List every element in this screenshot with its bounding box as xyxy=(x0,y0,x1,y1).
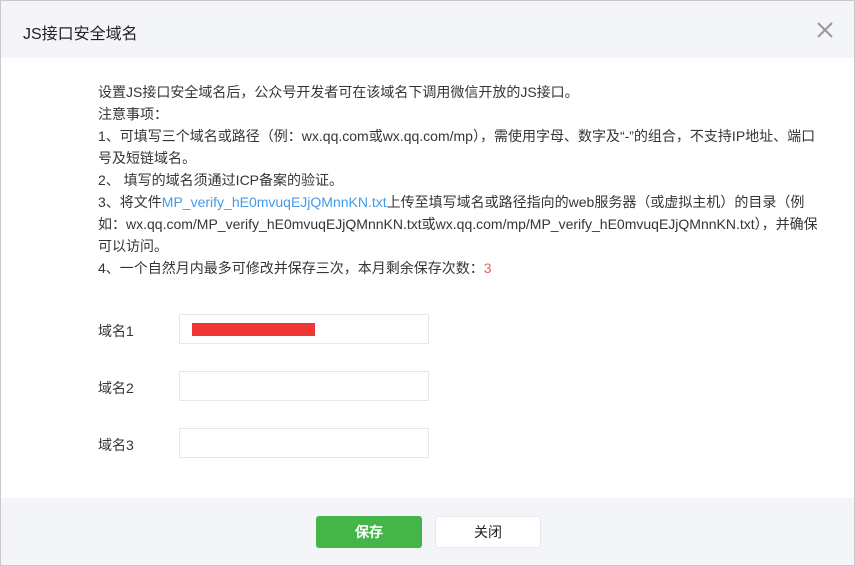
verify-file-link[interactable]: MP_verify_hE0mvuqEJjQMnnKN.txt xyxy=(162,194,387,210)
note-3: 3、将文件MP_verify_hE0mvuqEJjQMnnKN.txt上传至填写… xyxy=(98,191,818,257)
dialog-title: JS接口安全域名 xyxy=(23,26,138,43)
intro-text: 设置JS接口安全域名后，公众号开发者可在该域名下调用微信开放的JS接口。 xyxy=(98,84,579,100)
domain-2-input[interactable] xyxy=(179,371,429,401)
note-4-prefix: 4、一个自然月内最多可修改并保存三次，本月剩余保存次数： xyxy=(98,260,484,276)
domain-3-input[interactable] xyxy=(179,428,429,458)
note-2: 2、 填写的域名须通过ICP备案的验证。 xyxy=(98,172,344,188)
dialog-footer: 保存 关闭 xyxy=(1,498,854,565)
note-4: 4、一个自然月内最多可修改并保存三次，本月剩余保存次数：3 xyxy=(98,257,818,279)
notes-title: 注意事项： xyxy=(98,106,168,122)
close-icon[interactable] xyxy=(813,18,837,42)
domain-1-input[interactable] xyxy=(179,314,429,344)
remaining-count: 3 xyxy=(483,260,492,276)
domain-1-label: 域名1 xyxy=(98,323,134,339)
close-button[interactable]: 关闭 xyxy=(435,516,541,548)
domain-3-label: 域名3 xyxy=(98,437,134,453)
instructions: 设置JS接口安全域名后，公众号开发者可在该域名下调用微信开放的JS接口。 注意事… xyxy=(98,81,818,279)
domain-dialog: JS接口安全域名 设置JS接口安全域名后，公众号开发者可在该域名下调用微信开放的… xyxy=(0,0,855,566)
note-1: 1、可填写三个域名或路径（例：wx.qq.com或wx.qq.com/mp），需… xyxy=(98,128,816,166)
note-3-prefix: 3、将文件 xyxy=(98,194,162,210)
redacted-value xyxy=(192,323,315,336)
domain-2-label: 域名2 xyxy=(98,380,134,396)
dialog-header: JS接口安全域名 xyxy=(1,1,854,58)
save-button[interactable]: 保存 xyxy=(316,516,422,548)
